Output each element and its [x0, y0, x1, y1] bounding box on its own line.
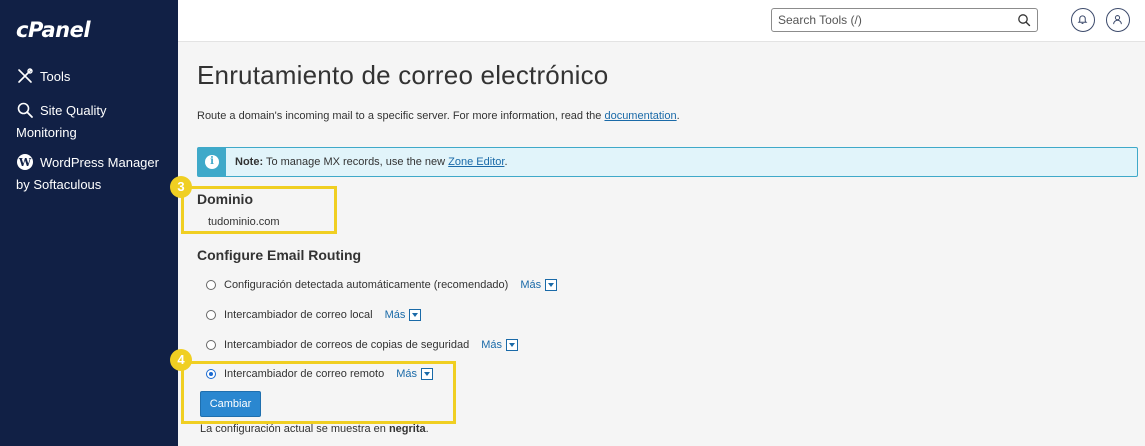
sidebar-item-tools[interactable]: Tools: [16, 66, 70, 88]
description-text: Route a domain's incoming mail to a spec…: [197, 110, 605, 122]
radio-auto[interactable]: [206, 280, 216, 290]
change-button[interactable]: Cambiar: [200, 391, 261, 417]
note-text: Note: To manage MX records, use the new …: [235, 156, 508, 168]
option-label: Intercambiador de correos de copias de s…: [224, 339, 470, 351]
footnote-suffix: .: [425, 423, 429, 435]
step-badge: 4: [170, 349, 192, 371]
search-input[interactable]: [772, 9, 1007, 31]
tools-icon: [16, 67, 34, 85]
option-auto: Configuración detectada automáticamente …: [206, 277, 558, 293]
note-body: To manage MX records, use the new: [263, 156, 449, 168]
cpanel-logo[interactable]: cPanel: [16, 18, 91, 42]
option-remote: Intercambiador de correo remoto Más: [206, 366, 433, 382]
radio-local[interactable]: [206, 310, 216, 320]
user-icon: [1113, 15, 1122, 25]
page-title: Enrutamiento de correo electrónico: [197, 60, 609, 90]
bell-icon: [1077, 15, 1088, 24]
search-icon: [16, 101, 34, 119]
sidebar: cPanel Tools Site Quality Monitoring W W…: [0, 0, 178, 446]
radio-remote[interactable]: [206, 369, 216, 379]
footnote-text: La configuración actual se muestra en: [200, 423, 389, 435]
step-badge: 3: [170, 176, 192, 198]
page-description: Route a domain's incoming mail to a spec…: [197, 110, 680, 122]
footnote: La configuración actual se muestra en ne…: [200, 423, 429, 435]
sidebar-item-wordpress[interactable]: W WordPress Manager by Softaculous: [16, 152, 166, 196]
chevron-down-icon: [505, 339, 518, 351]
sidebar-item-label: WordPress Manager by Softaculous: [16, 155, 159, 192]
info-icon: i: [198, 148, 226, 176]
more-label: Más: [396, 368, 417, 380]
sidebar-item-site-quality[interactable]: Site Quality Monitoring: [16, 100, 166, 144]
chevron-down-icon: [420, 368, 433, 380]
option-local: Intercambiador de correo local Más: [206, 307, 422, 323]
info-note: i Note: To manage MX records, use the ne…: [197, 147, 1138, 177]
domain-value: tudominio.com: [208, 216, 280, 228]
wordpress-icon: W: [16, 153, 34, 171]
user-menu-button[interactable]: [1106, 8, 1130, 32]
chevron-down-icon: [409, 309, 422, 321]
note-label: Note:: [235, 156, 264, 168]
more-toggle[interactable]: Más: [520, 279, 558, 291]
top-bar: [178, 0, 1145, 42]
option-label: Intercambiador de correo remoto: [224, 368, 385, 380]
notifications-button[interactable]: [1071, 8, 1095, 32]
domain-heading: Dominio: [197, 191, 253, 207]
zone-editor-link[interactable]: Zone Editor: [448, 156, 504, 168]
search-box: [771, 8, 1038, 32]
footnote-bold: negrita: [388, 423, 426, 435]
sidebar-item-label: Tools: [40, 69, 71, 84]
svg-text:W: W: [18, 156, 32, 169]
search-icon[interactable]: [1017, 13, 1031, 27]
radio-backup[interactable]: [206, 340, 216, 350]
description-suffix: .: [676, 110, 680, 122]
option-label: Configuración detectada automáticamente …: [224, 279, 509, 291]
chevron-down-icon: [545, 279, 558, 291]
note-suffix: .: [504, 156, 508, 168]
option-label: Intercambiador de correo local: [224, 309, 373, 321]
more-toggle[interactable]: Más: [385, 309, 422, 321]
more-toggle[interactable]: Más: [396, 368, 433, 380]
main-content: Enrutamiento de correo electrónico Route…: [178, 43, 1145, 446]
more-toggle[interactable]: Más: [481, 339, 518, 351]
more-label: Más: [520, 279, 542, 291]
more-label: Más: [481, 339, 502, 351]
more-label: Más: [384, 309, 406, 321]
config-heading: Configure Email Routing: [197, 247, 362, 263]
option-backup: Intercambiador de correos de copias de s…: [206, 337, 518, 353]
documentation-link[interactable]: documentation: [604, 110, 676, 122]
